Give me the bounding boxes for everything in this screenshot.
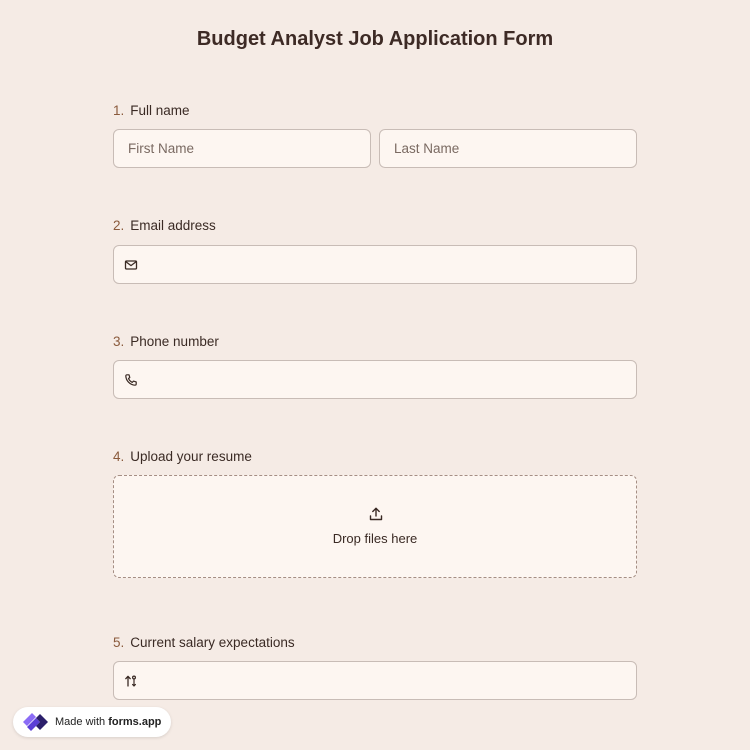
phone-field[interactable] <box>113 360 637 399</box>
question-number: 3. <box>113 334 125 349</box>
sort-icon <box>125 675 137 687</box>
question-text: Upload your resume <box>130 449 252 464</box>
question-number: 5. <box>113 635 125 650</box>
question-text: Full name <box>130 103 190 118</box>
question-label-salary: 5. Current salary expectations <box>113 635 295 650</box>
last-name-input[interactable] <box>380 130 636 167</box>
question-label-full-name: 1. Full name <box>113 103 190 118</box>
badge-prefix: Made with <box>55 716 109 728</box>
question-label-phone: 3. Phone number <box>113 334 219 349</box>
email-field[interactable] <box>113 245 637 284</box>
question-text: Email address <box>130 218 216 233</box>
resume-dropzone[interactable]: Drop files here <box>113 475 637 578</box>
badge-brand: forms.app <box>108 716 162 728</box>
question-text: Phone number <box>130 334 219 349</box>
upload-icon <box>369 507 383 521</box>
forms-app-logo-icon <box>23 713 48 731</box>
envelope-icon <box>124 260 138 270</box>
question-label-resume: 4. Upload your resume <box>113 449 252 464</box>
dropzone-text: Drop files here <box>332 531 418 546</box>
phone-icon <box>125 374 137 386</box>
badge-text: Made with forms.app <box>55 716 161 728</box>
email-input[interactable] <box>114 246 636 283</box>
question-number: 4. <box>113 449 125 464</box>
question-number: 2. <box>113 218 125 233</box>
question-text: Current salary expectations <box>130 635 295 650</box>
salary-field[interactable] <box>113 661 637 700</box>
form-title: Budget Analyst Job Application Form <box>196 28 554 50</box>
first-name-field[interactable] <box>113 129 371 168</box>
question-label-email: 2. Email address <box>113 218 216 233</box>
last-name-field[interactable] <box>379 129 637 168</box>
first-name-input[interactable] <box>114 130 370 167</box>
phone-input[interactable] <box>114 361 636 398</box>
salary-input[interactable] <box>114 662 636 699</box>
question-number: 1. <box>113 103 125 118</box>
forms-app-badge[interactable]: Made with forms.app <box>13 707 171 737</box>
